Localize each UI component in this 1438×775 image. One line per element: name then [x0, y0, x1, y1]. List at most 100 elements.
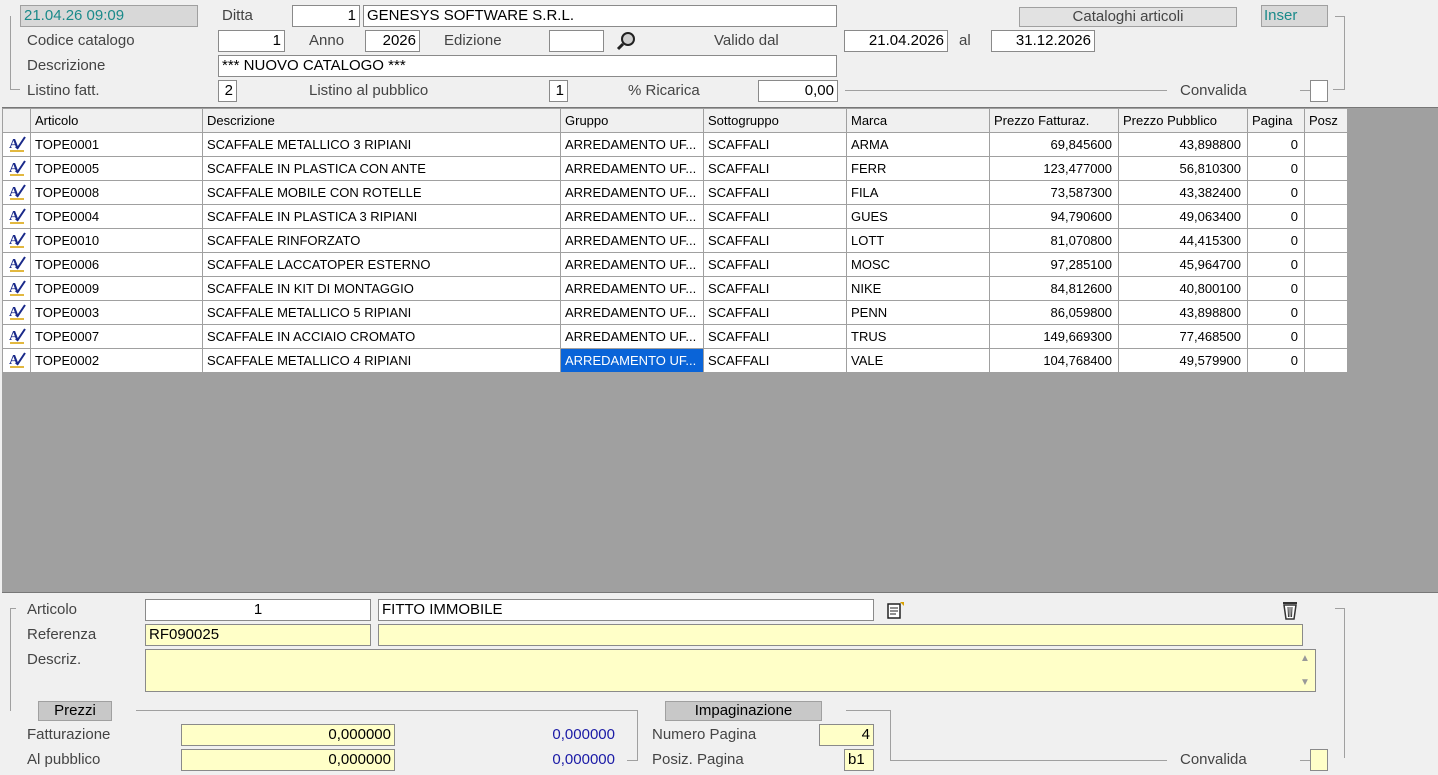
cell-sottogruppo[interactable]: SCAFFALI [703, 348, 847, 373]
referenza-extra-field[interactable] [378, 624, 1303, 646]
cell-posz[interactable] [1304, 324, 1348, 349]
cell-prezzo-fatturaz[interactable]: 69,845600 [989, 132, 1119, 157]
cell-articolo[interactable]: TOPE0007 [30, 324, 203, 349]
scroll-down-arrow[interactable]: ▼ [1300, 677, 1435, 688]
cell-prezzo-pubblico[interactable]: 49,063400 [1118, 204, 1248, 229]
edizione-field[interactable] [549, 30, 604, 52]
cell-prezzo-pubblico[interactable]: 40,800100 [1118, 276, 1248, 301]
cell-sottogruppo[interactable]: SCAFFALI [703, 204, 847, 229]
cell-gruppo[interactable]: ARREDAMENTO UF... [560, 204, 704, 229]
cell-articolo[interactable]: TOPE0005 [30, 156, 203, 181]
cell-articolo[interactable]: TOPE0010 [30, 228, 203, 253]
descriz-textarea[interactable] [145, 649, 1316, 692]
cell-prezzo-pubblico[interactable]: 49,579900 [1118, 348, 1248, 373]
cell-gruppo[interactable]: ARREDAMENTO UF... [560, 132, 704, 157]
col-header-prezzo-pubblico[interactable]: Prezzo Pubblico [1118, 108, 1248, 133]
cell-marca[interactable]: MOSC [846, 252, 990, 277]
cell-prezzo-fatturaz[interactable]: 97,285100 [989, 252, 1119, 277]
cell-sottogruppo[interactable]: SCAFFALI [703, 276, 847, 301]
cell-sottogruppo[interactable]: SCAFFALI [703, 228, 847, 253]
cell-sottogruppo[interactable]: SCAFFALI [703, 300, 847, 325]
ricarica-field[interactable]: 0,00 [758, 80, 838, 102]
cell-prezzo-fatturaz[interactable]: 149,669300 [989, 324, 1119, 349]
cell-marca[interactable]: LOTT [846, 228, 990, 253]
cell-marca[interactable]: NIKE [846, 276, 990, 301]
cell-gruppo[interactable]: ARREDAMENTO UF... [560, 348, 704, 373]
cell-gruppo[interactable]: ARREDAMENTO UF... [560, 252, 704, 277]
cell-marca[interactable]: ARMA [846, 132, 990, 157]
cell-prezzo-fatturaz[interactable]: 73,587300 [989, 180, 1119, 205]
cell-marca[interactable]: TRUS [846, 324, 990, 349]
cell-pagina[interactable]: 0 [1247, 228, 1305, 253]
anno-field[interactable]: 2026 [365, 30, 420, 52]
table-row[interactable]: A TOPE0004 SCAFFALE IN PLASTICA 3 RIPIANI A… [2, 204, 1348, 229]
col-header-descrizione[interactable]: Descrizione [202, 108, 561, 133]
col-header-prezzo-fatturaz[interactable]: Prezzo Fatturaz. [989, 108, 1119, 133]
col-header-marca[interactable]: Marca [846, 108, 990, 133]
cell-articolo[interactable]: TOPE0004 [30, 204, 203, 229]
cell-articolo[interactable]: TOPE0006 [30, 252, 203, 277]
cell-pagina[interactable]: 0 [1247, 324, 1305, 349]
table-row[interactable]: A TOPE0008 SCAFFALE MOBILE CON ROTELLE ARRE… [2, 180, 1348, 205]
cell-prezzo-pubblico[interactable]: 56,810300 [1118, 156, 1248, 181]
trash-icon[interactable] [1281, 600, 1299, 620]
cell-pagina[interactable]: 0 [1247, 132, 1305, 157]
table-row[interactable]: A TOPE0003 SCAFFALE METALLICO 5 RIPIANI ARR… [2, 300, 1348, 325]
cell-descrizione[interactable]: SCAFFALE IN PLASTICA CON ANTE [202, 156, 561, 181]
cell-descrizione[interactable]: SCAFFALE METALLICO 4 RIPIANI [202, 348, 561, 373]
cell-sottogruppo[interactable]: SCAFFALI [703, 156, 847, 181]
row-edit-icon[interactable]: A [2, 300, 31, 325]
valido-al-field[interactable]: 31.12.2026 [991, 30, 1095, 52]
cell-posz[interactable] [1304, 204, 1348, 229]
cell-prezzo-fatturaz[interactable]: 123,477000 [989, 156, 1119, 181]
cell-sottogruppo[interactable]: SCAFFALI [703, 324, 847, 349]
row-edit-icon[interactable]: A [2, 228, 31, 253]
cell-posz[interactable] [1304, 252, 1348, 277]
cell-prezzo-pubblico[interactable]: 77,468500 [1118, 324, 1248, 349]
referenza-field[interactable]: RF090025 [145, 624, 371, 646]
cell-sottogruppo[interactable]: SCAFFALI [703, 252, 847, 277]
cell-gruppo[interactable]: ARREDAMENTO UF... [560, 276, 704, 301]
cell-prezzo-pubblico[interactable]: 44,415300 [1118, 228, 1248, 253]
convalida-checkbox[interactable] [1310, 80, 1328, 102]
articolo-code-field[interactable]: 1 [145, 599, 371, 621]
cell-posz[interactable] [1304, 348, 1348, 373]
cell-descrizione[interactable]: SCAFFALE METALLICO 5 RIPIANI [202, 300, 561, 325]
cell-pagina[interactable]: 0 [1247, 156, 1305, 181]
cell-sottogruppo[interactable]: SCAFFALI [703, 132, 847, 157]
row-edit-icon[interactable]: A [2, 132, 31, 157]
row-edit-icon[interactable]: A [2, 348, 31, 373]
cell-marca[interactable]: FILA [846, 180, 990, 205]
listino-fatt-field[interactable]: 2 [218, 80, 237, 102]
ditta-code-field[interactable]: 1 [292, 5, 360, 27]
codice-catalogo-field[interactable]: 1 [218, 30, 285, 52]
row-edit-icon[interactable]: A [2, 276, 31, 301]
cell-prezzo-pubblico[interactable]: 43,382400 [1118, 180, 1248, 205]
cell-pagina[interactable]: 0 [1247, 252, 1305, 277]
edit-note-icon[interactable] [886, 600, 906, 620]
cell-articolo[interactable]: TOPE0009 [30, 276, 203, 301]
cell-pagina[interactable]: 0 [1247, 348, 1305, 373]
cell-prezzo-fatturaz[interactable]: 81,070800 [989, 228, 1119, 253]
cell-descrizione[interactable]: SCAFFALE IN PLASTICA 3 RIPIANI [202, 204, 561, 229]
table-row[interactable]: A TOPE0002 SCAFFALE METALLICO 4 RIPIANI ARR… [2, 348, 1348, 373]
table-row[interactable]: A TOPE0007 SCAFFALE IN ACCIAIO CROMATO ARRE… [2, 324, 1348, 349]
cell-posz[interactable] [1304, 180, 1348, 205]
table-row[interactable]: A TOPE0006 SCAFFALE LACCATOPER ESTERNO ARRE… [2, 252, 1348, 277]
scroll-up-arrow[interactable]: ▲ [1300, 653, 1435, 664]
cell-descrizione[interactable]: SCAFFALE MOBILE CON ROTELLE [202, 180, 561, 205]
table-row[interactable]: A TOPE0001 SCAFFALE METALLICO 3 RIPIANI ARR… [2, 132, 1348, 157]
posiz-pagina-field[interactable]: b1 [844, 749, 874, 771]
row-edit-icon[interactable]: A [2, 204, 31, 229]
fatturazione-field[interactable]: 0,000000 [181, 724, 395, 746]
cell-prezzo-pubblico[interactable]: 43,898800 [1118, 300, 1248, 325]
cell-descrizione[interactable]: SCAFFALE RINFORZATO [202, 228, 561, 253]
cell-marca[interactable]: GUES [846, 204, 990, 229]
cell-pagina[interactable]: 0 [1247, 204, 1305, 229]
col-header-articolo[interactable]: Articolo [30, 108, 203, 133]
cell-pagina[interactable]: 0 [1247, 276, 1305, 301]
row-edit-icon[interactable]: A [2, 180, 31, 205]
cell-gruppo[interactable]: ARREDAMENTO UF... [560, 300, 704, 325]
cell-articolo[interactable]: TOPE0003 [30, 300, 203, 325]
cell-prezzo-fatturaz[interactable]: 104,768400 [989, 348, 1119, 373]
